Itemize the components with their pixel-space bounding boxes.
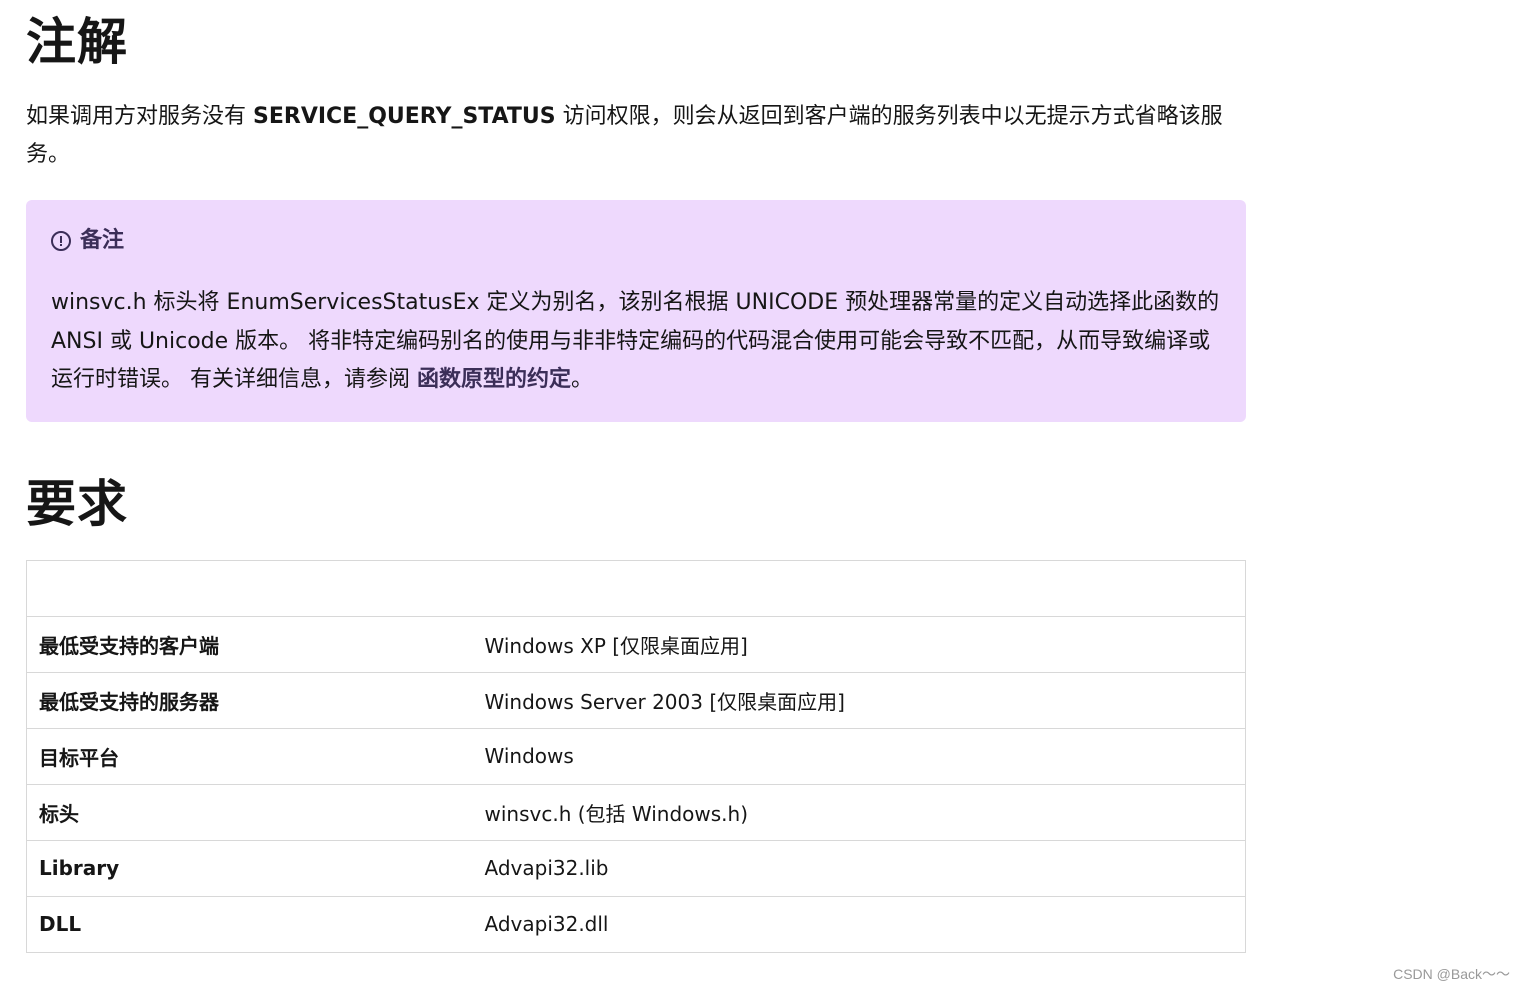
requirement-value: Advapi32.dll [472,895,1246,952]
csdn-watermark: CSDN @Back～～ [1393,966,1510,982]
requirement-label: 目标平台 [26,727,473,784]
table-row: 标头 winsvc.h (包括 Windows.h) [26,783,1246,840]
table-header-row [26,559,1246,616]
requirement-value: Windows [472,727,1246,784]
requirements-table: 最低受支持的客户端 Windows XP [仅限桌面应用] 最低受支持的服务器 Win… [26,559,1246,953]
note-text: winsvc.h 标头将 EnumServicesStatusEx 定义为别名，… [51,290,1220,392]
note-title: 备注 [80,228,125,253]
table-row: Library Advapi32.lib [26,839,1246,896]
note-suffix: 。 [571,367,594,392]
note-box: 备注 winsvc.h 标头将 EnumServicesStatusEx 定义为… [26,200,1246,422]
table-row: DLL Advapi32.dll [26,895,1246,952]
requirement-label: 标头 [26,783,473,840]
remarks-constant: SERVICE_QUERY_STATUS [253,104,556,129]
table-header-cell [472,559,1246,616]
remarks-text-before: 如果调用方对服务没有 [26,104,253,129]
page: 注解 如果调用方对服务没有 SERVICE_QUERY_STATUS 访问权限，… [0,0,1524,990]
requirements-table-header [26,559,1246,616]
requirement-value: winsvc.h (包括 Windows.h) [472,783,1246,840]
content: 注解 如果调用方对服务没有 SERVICE_QUERY_STATUS 访问权限，… [26,0,1246,953]
requirements-heading: 要求 [26,474,128,533]
requirement-value: Windows XP [仅限桌面应用] [472,615,1246,672]
table-header-cell [26,559,473,616]
table-row: 目标平台 Windows [26,727,1246,784]
table-row: 最低受支持的服务器 Windows Server 2003 [仅限桌面应用] [26,671,1246,728]
requirements-table-body: 最低受支持的客户端 Windows XP [仅限桌面应用] 最低受支持的服务器 Win… [26,615,1246,952]
function-prototype-conventions-link[interactable]: 函数原型的约定 [417,367,571,392]
requirement-label: DLL [26,895,473,952]
remarks-paragraph: 如果调用方对服务没有 SERVICE_QUERY_STATUS 访问权限，则会从… [26,98,1246,174]
requirement-label: Library [26,839,473,896]
requirement-label: 最低受支持的客户端 [26,615,473,672]
requirement-value: Windows Server 2003 [仅限桌面应用] [472,671,1246,728]
info-circle-icon [51,231,71,251]
remarks-heading: 注解 [26,13,128,71]
requirement-label: 最低受支持的服务器 [26,671,473,728]
table-row: 最低受支持的客户端 Windows XP [仅限桌面应用] [26,615,1246,672]
requirement-value: Advapi32.lib [472,839,1246,896]
note-body: winsvc.h 标头将 EnumServicesStatusEx 定义为别名，… [51,284,1221,400]
note-header: 备注 [51,226,1221,256]
